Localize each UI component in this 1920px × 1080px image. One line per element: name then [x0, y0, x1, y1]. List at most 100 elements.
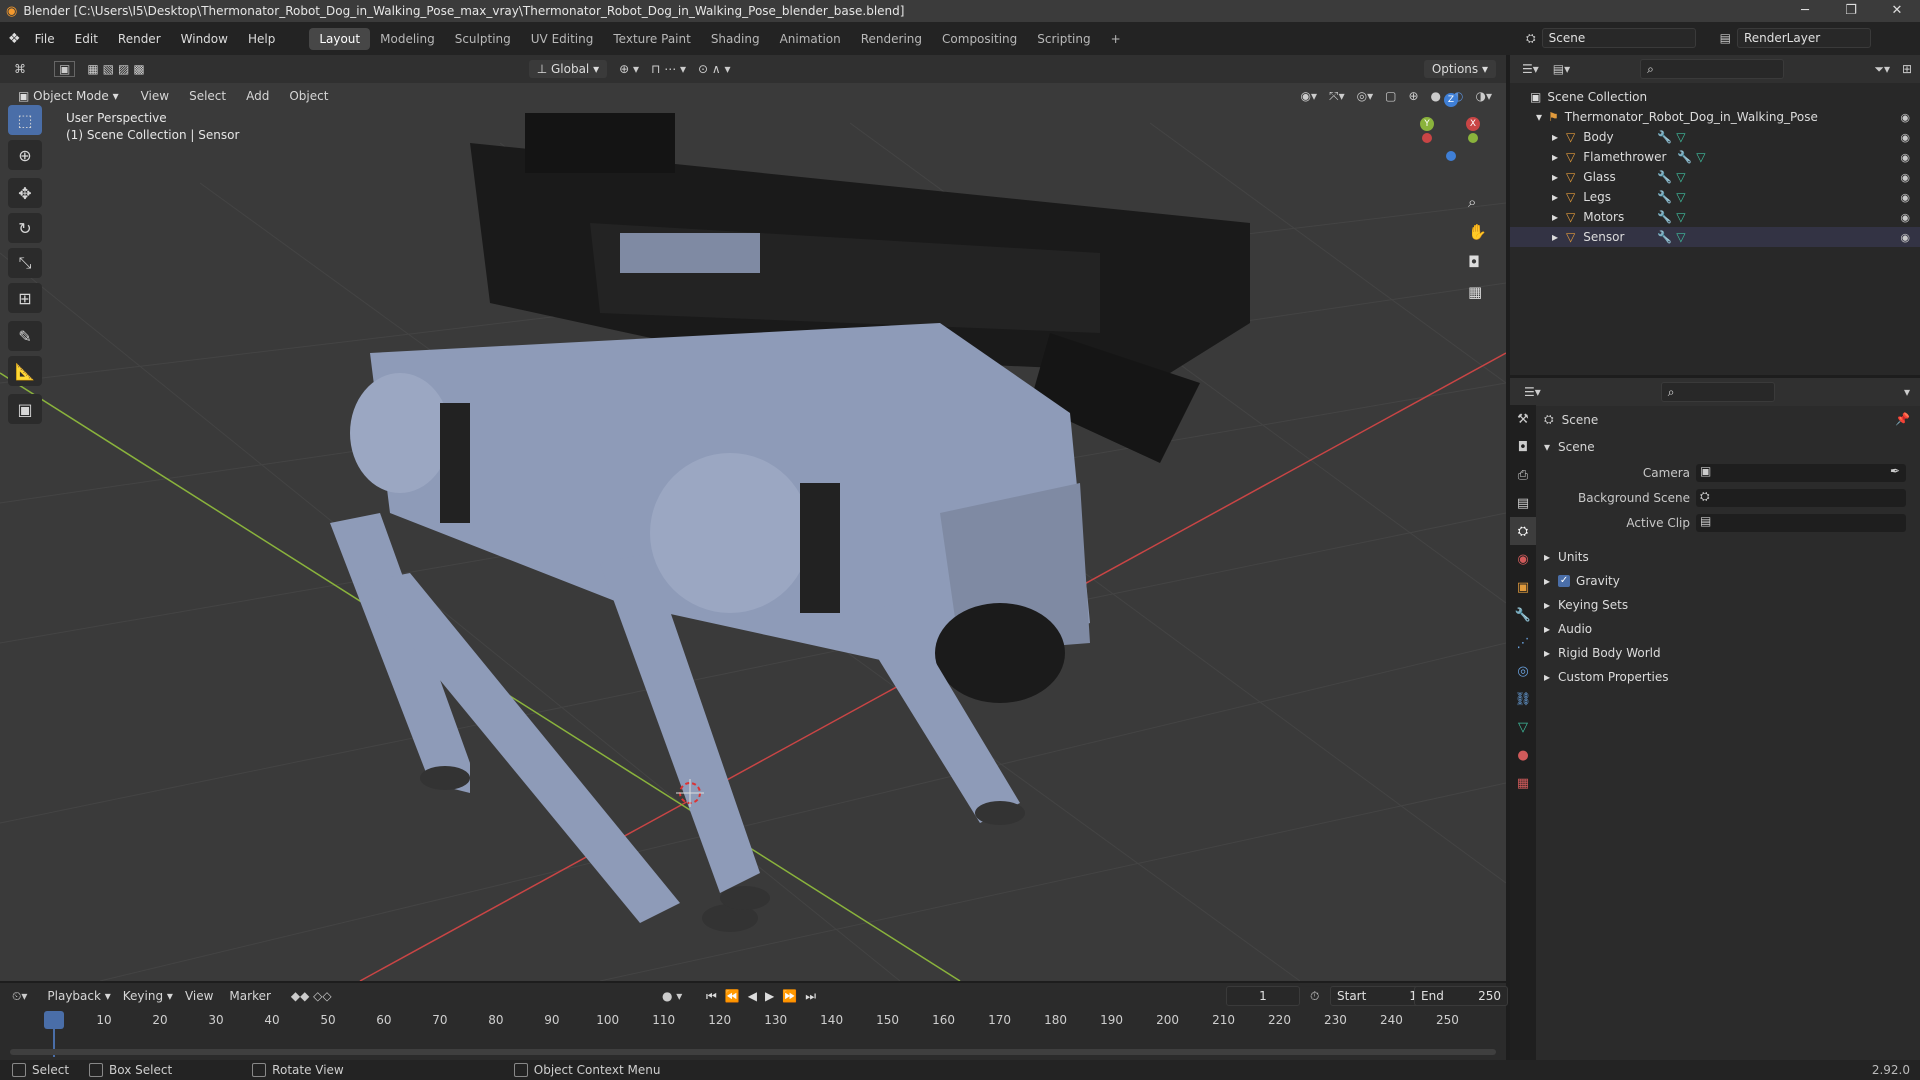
gizmo-x[interactable]: X [1466, 117, 1480, 131]
render-layer-selector[interactable]: RenderLayer [1736, 28, 1871, 48]
gizmo-toggle-icon[interactable]: ⤧▾ [1329, 89, 1345, 104]
zoom-icon[interactable]: ⌕ [1468, 193, 1487, 211]
active-clip-field[interactable]: ▤ [1696, 514, 1906, 532]
panel-keying-sets[interactable]: ▸ Keying Sets [1544, 594, 1628, 616]
start-frame-field[interactable]: Start 1 [1330, 986, 1424, 1006]
pin-icon[interactable]: 📌 [1895, 412, 1910, 426]
options-button[interactable]: Options ▾ [1423, 60, 1496, 78]
gizmo-neg-z[interactable] [1446, 151, 1456, 161]
proportional-icon[interactable]: ⊙ ∧ ▾ [698, 62, 731, 76]
frame-ruler[interactable]: 1102030405060708090100110120130140150160… [0, 1011, 1506, 1031]
panel-audio[interactable]: ▸ Audio [1544, 618, 1592, 640]
texture-tab-icon[interactable]: ▦ [1510, 769, 1536, 797]
expand-arrow-icon[interactable]: ▸ [1552, 210, 1558, 224]
menu-window[interactable]: Window [171, 32, 238, 46]
data-tab-icon[interactable]: ▽ [1510, 713, 1536, 741]
snap-icon[interactable]: ⊓ ⋯ ▾ [651, 62, 686, 76]
collection-row[interactable]: ▾ ⚑ Thermonator_Robot_Dog_in_Walking_Pos… [1510, 107, 1920, 127]
object-tab-icon[interactable]: ▣ [1510, 573, 1536, 601]
xray-icon[interactable]: ▢ [1385, 89, 1396, 104]
viewport-menu-object[interactable]: Object [289, 89, 328, 103]
menu-render[interactable]: Render [108, 32, 171, 46]
expand-arrow-icon[interactable]: ▾ [1536, 110, 1542, 124]
play-reverse-icon[interactable]: ◀ [748, 989, 757, 1004]
panel-units[interactable]: ▸ Units [1544, 546, 1589, 568]
tab-modeling[interactable]: Modeling [370, 28, 445, 50]
scene-tab-icon[interactable]: ⛭ [1510, 517, 1536, 545]
eye-icon[interactable]: ◉ [1900, 231, 1910, 244]
maximize-button[interactable]: ❐ [1828, 0, 1874, 22]
panel-rigid-body-world[interactable]: ▸ Rigid Body World [1544, 642, 1661, 664]
move-tool[interactable]: ✥ [8, 178, 42, 208]
select-box-tool[interactable]: ⬚ [8, 105, 42, 135]
scene-icon[interactable]: ⛭ [1526, 31, 1536, 46]
tab-texture-paint[interactable]: Texture Paint [603, 28, 700, 50]
gizmo-neg-x[interactable] [1422, 133, 1432, 143]
eye-icon[interactable]: ◉ [1900, 151, 1910, 164]
keyframe-icons[interactable]: ◆◆ ◇◇ [291, 989, 332, 1003]
tool-tab-icon[interactable]: ⚒ [1510, 405, 1536, 433]
minimize-button[interactable]: ─ [1782, 0, 1828, 22]
gizmo-neg-y[interactable] [1468, 133, 1478, 143]
prev-keyframe-icon[interactable]: ⏪ [725, 989, 740, 1004]
camera-field[interactable]: ▣ ✒ [1696, 464, 1906, 482]
panel-custom-properties[interactable]: ▸ Custom Properties [1544, 666, 1668, 688]
next-keyframe-icon[interactable]: ⏩ [782, 989, 797, 1004]
end-frame-field[interactable]: End 250 [1414, 986, 1508, 1006]
gizmo-z[interactable]: Z [1444, 93, 1458, 107]
transform-tool[interactable]: ⊞ [8, 283, 42, 313]
scale-tool[interactable]: ⤡ [8, 248, 42, 278]
editor-type-icon[interactable]: ⌘ [14, 62, 26, 76]
eye-icon[interactable]: ◉ [1900, 211, 1910, 224]
properties-editor-icon[interactable]: ☰▾ [1524, 385, 1541, 399]
preview-range-icon[interactable]: ⏱ [1310, 989, 1319, 1004]
record-button[interactable]: ● ▾ [662, 989, 682, 1003]
jump-start-icon[interactable]: ⏮ [706, 989, 717, 1004]
eye-icon[interactable]: ◉ [1900, 191, 1910, 204]
wireframe-shading-icon[interactable]: ⊕ [1408, 89, 1418, 104]
gizmo-y[interactable]: Y [1420, 117, 1434, 131]
menu-edit[interactable]: Edit [65, 32, 108, 46]
outliner-item-sensor[interactable]: ▸ ▽ Sensor 🔧 ▽ ◉ [1510, 227, 1920, 247]
gravity-checkbox[interactable]: ✓ [1558, 575, 1571, 587]
overlays-icon[interactable]: ◎▾ [1357, 89, 1374, 104]
viewport-menu-select[interactable]: Select [189, 89, 226, 103]
play-icon[interactable]: ▶ [765, 989, 774, 1004]
tab-rendering[interactable]: Rendering [851, 28, 932, 50]
eye-icon[interactable]: ◉ [1900, 171, 1910, 184]
outliner[interactable]: ☰▾ ▤▾ ⌕ ⏷▾ ⊞ ▣ Scene Collection ▾ ⚑ Ther… [1510, 55, 1920, 375]
playhead[interactable] [44, 1011, 64, 1029]
menu-file[interactable]: File [25, 32, 65, 46]
outliner-search-input[interactable]: ⌕ [1640, 59, 1785, 79]
filter-icon[interactable]: ⏷▾ [1874, 62, 1890, 77]
scene-collection-row[interactable]: ▣ Scene Collection [1510, 87, 1920, 107]
tab-sculpting[interactable]: Sculpting [445, 28, 521, 50]
expand-arrow-icon[interactable]: ▸ [1552, 150, 1558, 164]
timeline-menu-keying[interactable]: Keying ▾ [123, 989, 173, 1003]
display-mode-icon[interactable]: ▤▾ [1553, 62, 1570, 76]
render-layer-icon[interactable]: ▤ [1720, 31, 1731, 45]
constraints-tab-icon[interactable]: ⛓ [1510, 685, 1536, 713]
menu-help[interactable]: Help [238, 32, 285, 46]
outliner-item-motors[interactable]: ▸ ▽ Motors 🔧 ▽ ◉ [1510, 207, 1920, 227]
properties-editor[interactable]: ☰▾ ⌕ ▾ ⛭ Scene 📌 ▾ Scene Camera ▣ ✒ Back… [1510, 378, 1920, 1060]
physics-tab-icon[interactable]: ◎ [1510, 657, 1536, 685]
render-tab-icon[interactable]: ◘ [1510, 433, 1536, 461]
add-cube-tool[interactable]: ▣ [8, 394, 42, 424]
expand-arrow-icon[interactable]: ▸ [1552, 170, 1558, 184]
rotate-tool[interactable]: ↻ [8, 213, 42, 243]
tab-layout[interactable]: Layout [309, 27, 371, 50]
expand-arrow-icon[interactable]: ▸ [1552, 130, 1558, 144]
object-mode-dropdown[interactable]: ▣ Object Mode ▾ [10, 87, 127, 105]
timeline-editor-icon[interactable]: ⏲▾ [12, 989, 27, 1004]
close-button[interactable]: ✕ [1874, 0, 1920, 22]
outliner-item-glass[interactable]: ▸ ▽ Glass 🔧 ▽ ◉ [1510, 167, 1920, 187]
background-scene-field[interactable]: ⛭ [1696, 489, 1906, 507]
eye-icon[interactable]: ◉ [1900, 131, 1910, 144]
output-tab-icon[interactable]: ⎙ [1510, 461, 1536, 489]
modifier-tab-icon[interactable]: 🔧 [1510, 601, 1536, 629]
navigation-gizmo[interactable]: Z Y X [1420, 93, 1480, 163]
timeline-menu-playback[interactable]: Playback ▾ [47, 989, 110, 1003]
expand-arrow-icon[interactable]: ▸ [1552, 230, 1558, 244]
pivot-icon[interactable]: ⊕ ▾ [619, 62, 639, 76]
